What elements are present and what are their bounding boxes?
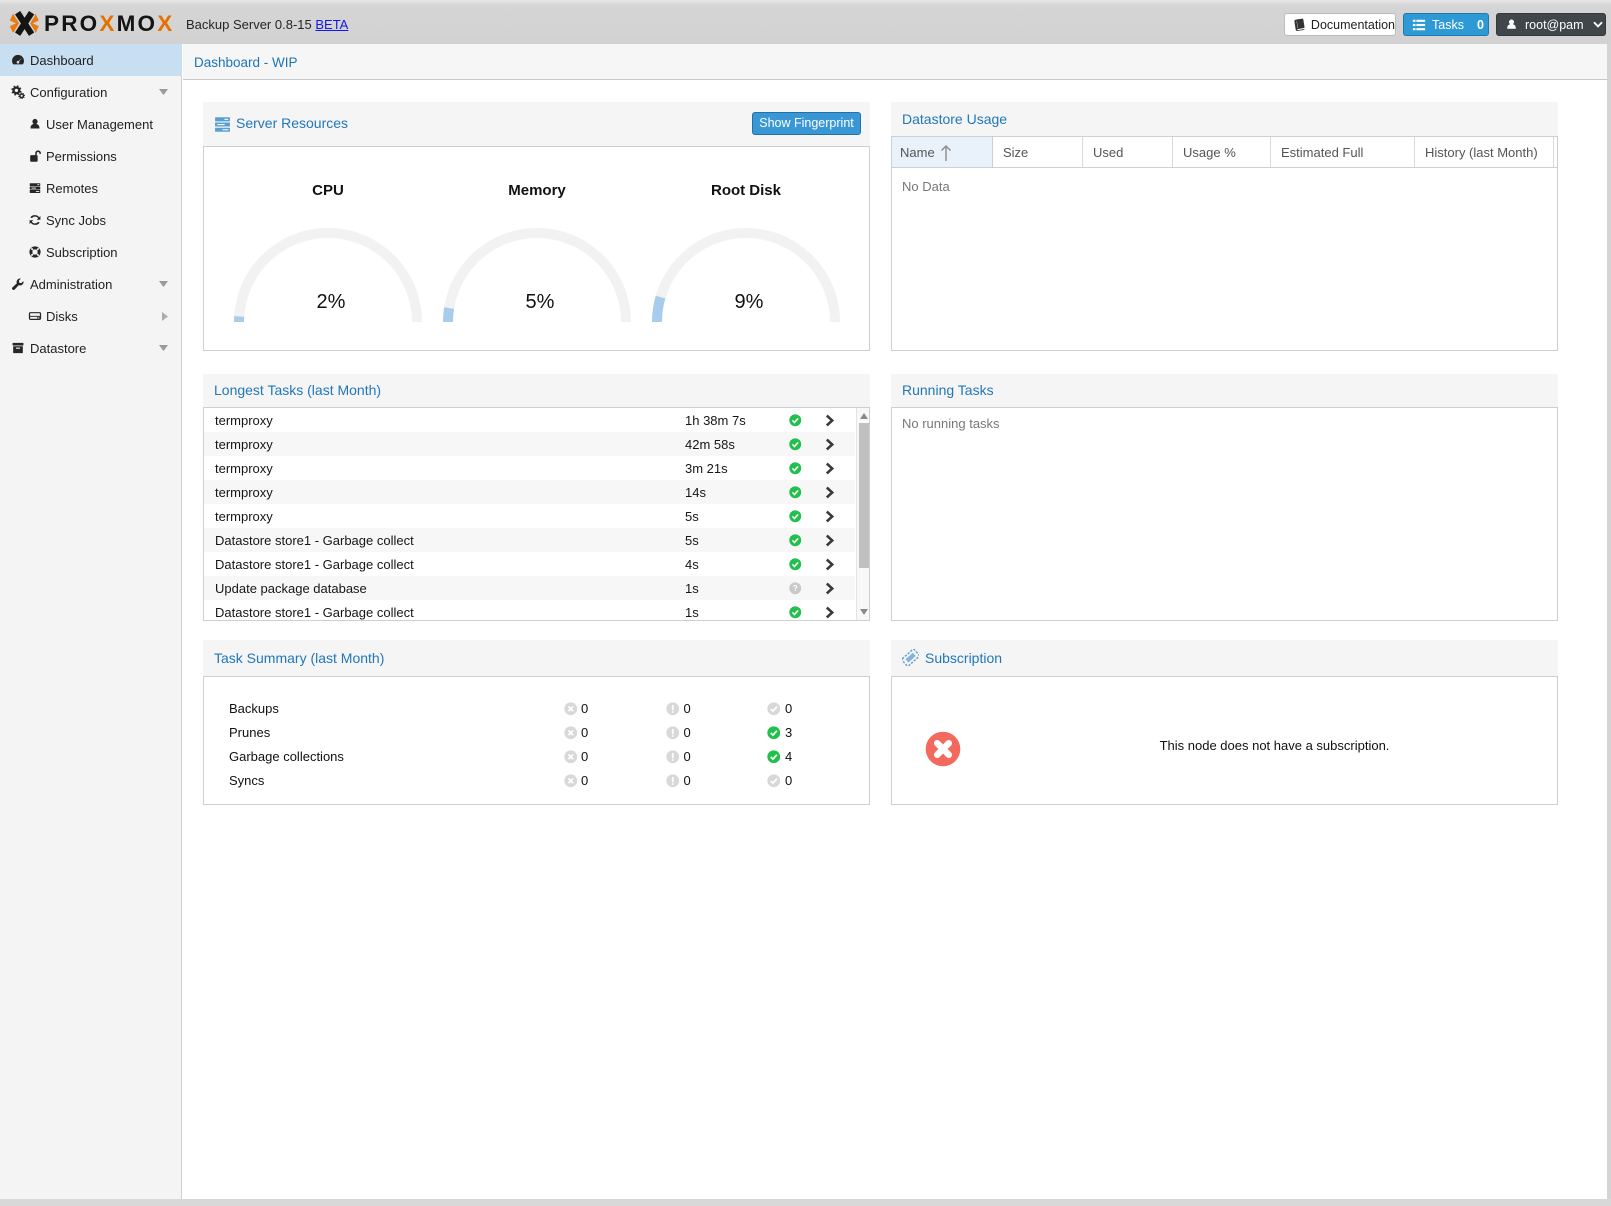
svg-text:PROXMOX: PROXMOX — [44, 11, 174, 36]
svg-text:?: ? — [793, 584, 798, 593]
